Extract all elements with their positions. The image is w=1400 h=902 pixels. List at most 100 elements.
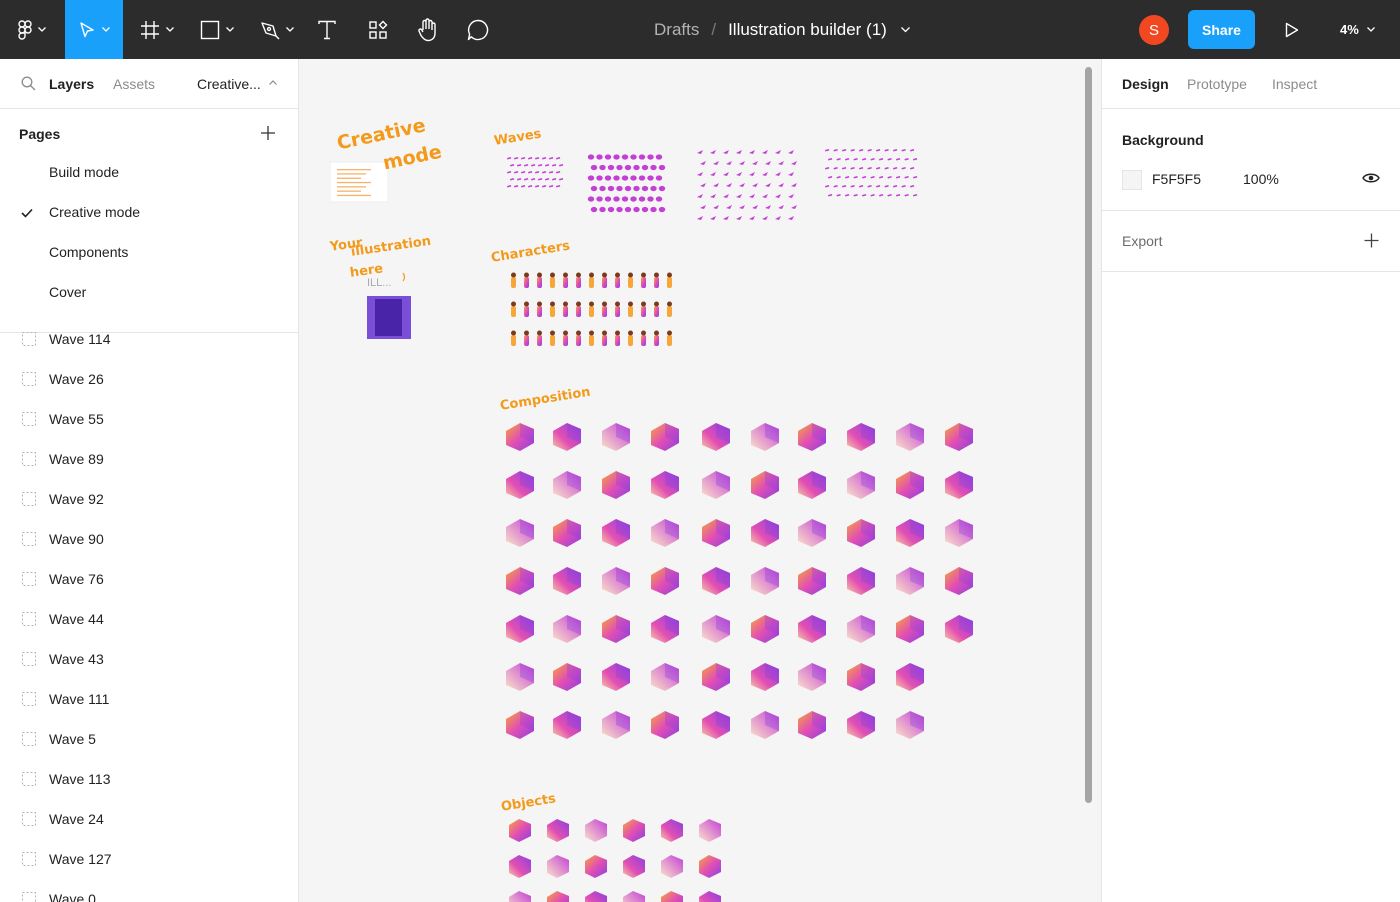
layer-row[interactable]: Wave 111 [0,691,298,731]
shape-tool-button[interactable] [192,0,242,59]
layer-row[interactable]: Wave 44 [0,611,298,651]
background-hex-input[interactable]: F5F5F5 [1152,171,1201,187]
character-figure [628,335,633,346]
wave-shape [538,163,543,167]
layer-row[interactable]: Wave 55 [0,411,298,451]
object-item [661,819,683,842]
main-menu-button[interactable] [0,0,64,59]
wave-shape [723,150,729,154]
wave-shape [739,161,745,165]
page-item[interactable]: Cover [49,284,86,300]
frame-tool-button[interactable] [132,0,182,59]
wave-shape [910,184,915,188]
tab-layers[interactable]: Layers [49,76,94,92]
wave-shape [531,177,536,181]
wave-shape [607,206,615,213]
layer-row[interactable]: Wave 43 [0,651,298,691]
layer-row[interactable]: Wave 92 [0,491,298,531]
tab-assets[interactable]: Assets [113,76,155,92]
wave-shape [736,172,742,176]
wave-shape [613,175,620,181]
file-breadcrumb[interactable]: Drafts / Illustration builder (1) [654,0,910,59]
character-head [615,272,620,278]
chevron-down-icon [286,27,294,32]
chevron-up-icon[interactable] [269,80,277,85]
tab-design[interactable]: Design [1122,76,1169,92]
wave-shape [775,150,781,154]
frame-icon [22,572,36,586]
wave-shape [876,166,881,170]
character-head [654,330,659,336]
components-tool-button[interactable] [362,0,394,59]
canvas[interactable]: Creative mode Your illustration here ILL… [299,59,1101,902]
frame-icon [22,372,36,386]
layer-row[interactable]: Wave 26 [0,371,298,411]
background-opacity-input[interactable]: 100% [1243,171,1279,187]
zoom-menu[interactable]: 4% [1340,0,1375,59]
wave-shape [700,161,706,165]
share-button[interactable]: Share [1188,10,1255,49]
wave-shape [913,157,918,161]
character-head [550,272,555,278]
wave-shape [893,184,898,188]
layer-row[interactable]: Wave 5 [0,731,298,771]
search-icon[interactable] [21,76,36,91]
wave-shape [697,172,703,176]
file-name[interactable]: Illustration builder (1) [728,20,887,40]
wave-shape [710,150,716,154]
wave-shape [624,206,632,213]
wave-shape [913,193,918,197]
wave-shape [509,163,515,167]
layer-row[interactable]: Wave 0 [0,891,298,902]
wave-shape [528,184,533,188]
wave-shape [896,157,901,161]
object-item [547,855,569,878]
layer-row[interactable]: Wave 76 [0,571,298,611]
tab-prototype[interactable]: Prototype [1187,76,1247,92]
wave-shape [607,164,615,171]
character-head [550,301,555,307]
layer-row[interactable]: Wave 114 [0,331,298,371]
add-export-icon[interactable] [1364,233,1379,248]
text-tool-button[interactable] [312,0,342,59]
wave-shape [587,154,595,160]
wave-shape [641,164,649,171]
comment-bubble-icon [467,19,489,40]
wave-shape [559,177,564,181]
layer-row[interactable]: Wave 113 [0,771,298,811]
layer-row[interactable]: Wave 127 [0,851,298,891]
move-tool-button[interactable] [65,0,123,59]
layer-row[interactable]: Wave 90 [0,531,298,571]
layer-row[interactable]: Wave 89 [0,451,298,491]
wave-shape [893,166,898,170]
wave-shape [870,193,875,197]
present-button[interactable] [1278,0,1306,59]
background-title: Background [1122,132,1204,148]
project-name[interactable]: Drafts [654,20,699,40]
page-item[interactable]: Components [49,244,128,260]
left-panel-tabs: Layers Assets Creative... [0,59,298,109]
current-page-selector[interactable]: Creative... [197,76,261,92]
hand-tool-button[interactable] [412,0,444,59]
frame-hash-icon [141,20,159,39]
chevron-down-icon[interactable] [900,26,910,33]
wave-shape [828,193,833,197]
layer-name: Wave 44 [49,611,104,627]
avatar[interactable]: S [1139,15,1169,45]
page-item[interactable]: Creative mode [49,204,140,220]
note-line [337,194,371,197]
character-figure [511,277,516,288]
canvas-scrollbar[interactable] [1085,67,1092,803]
layer-row[interactable]: Wave 24 [0,811,298,851]
add-page-icon[interactable] [260,125,276,141]
wave-shape [587,175,595,181]
tab-inspect[interactable]: Inspect [1272,76,1317,92]
pen-tool-button[interactable] [252,0,302,59]
wave-shape [791,205,797,209]
page-item[interactable]: Build mode [49,164,119,180]
comment-tool-button[interactable] [462,0,494,59]
background-color-swatch[interactable] [1122,170,1142,190]
character-head [563,330,568,336]
eye-icon[interactable] [1362,172,1380,184]
character-head [511,301,516,307]
